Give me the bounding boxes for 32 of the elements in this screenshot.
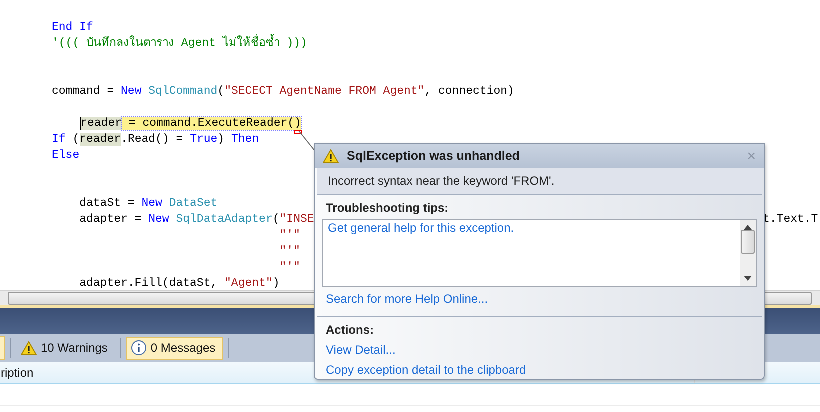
code-line: "'" <box>280 260 300 276</box>
code-line: '((( บันทึกลงในตาราง Agent ไม่ให้ชื่อซ้ำ ))) <box>52 36 308 52</box>
leader-line <box>298 130 316 152</box>
code-line: adapter = New SqlDataAdapter("INSE <box>80 212 314 228</box>
code-line: dataSt = New DataSet <box>80 196 218 212</box>
filter-button[interactable]: 10 Warnings <box>16 336 115 360</box>
code-text: t.Text.T <box>763 212 818 228</box>
action-link[interactable]: View Detail... <box>322 343 757 359</box>
code-line: Else <box>52 148 80 164</box>
help-link[interactable]: Get general help for this exception. <box>328 221 514 235</box>
section-heading: Actions: <box>325 323 375 339</box>
code-line: "'" <box>280 228 300 244</box>
code-line: "'" <box>280 244 300 260</box>
section-heading: Troubleshooting tips: <box>325 201 450 217</box>
warning-icon <box>323 148 339 164</box>
popup-title: SqlException was unhandled <box>347 149 521 163</box>
smart-tag-icon[interactable] <box>294 130 302 134</box>
code-line: reader = command.ExecuteReader() <box>80 116 302 132</box>
scrollbar-thumb[interactable] <box>741 230 755 254</box>
code-line: End If <box>52 20 94 36</box>
scroll-down-icon[interactable] <box>744 276 752 281</box>
exception-message: Incorrect syntax near the keyword 'FROM'. <box>328 174 555 188</box>
search-link[interactable]: Search for more Help Online... <box>322 287 757 310</box>
code-line: If (reader.Read() = True) Then <box>52 132 260 148</box>
code-line: adapter.Fill(dataSt, "Agent") <box>80 276 280 290</box>
action-link[interactable]: Copy exception detail to the clipboard <box>322 363 757 379</box>
vertical-scrollbar[interactable] <box>740 220 756 286</box>
filter-button[interactable]: 0 Messages <box>126 336 223 360</box>
code-line: command = New SqlCommand("SECECT AgentName FROM Agent", connection) <box>52 84 514 100</box>
warning-icon <box>21 340 37 356</box>
info-icon <box>130 340 147 356</box>
column-header[interactable]: ription <box>0 366 34 380</box>
